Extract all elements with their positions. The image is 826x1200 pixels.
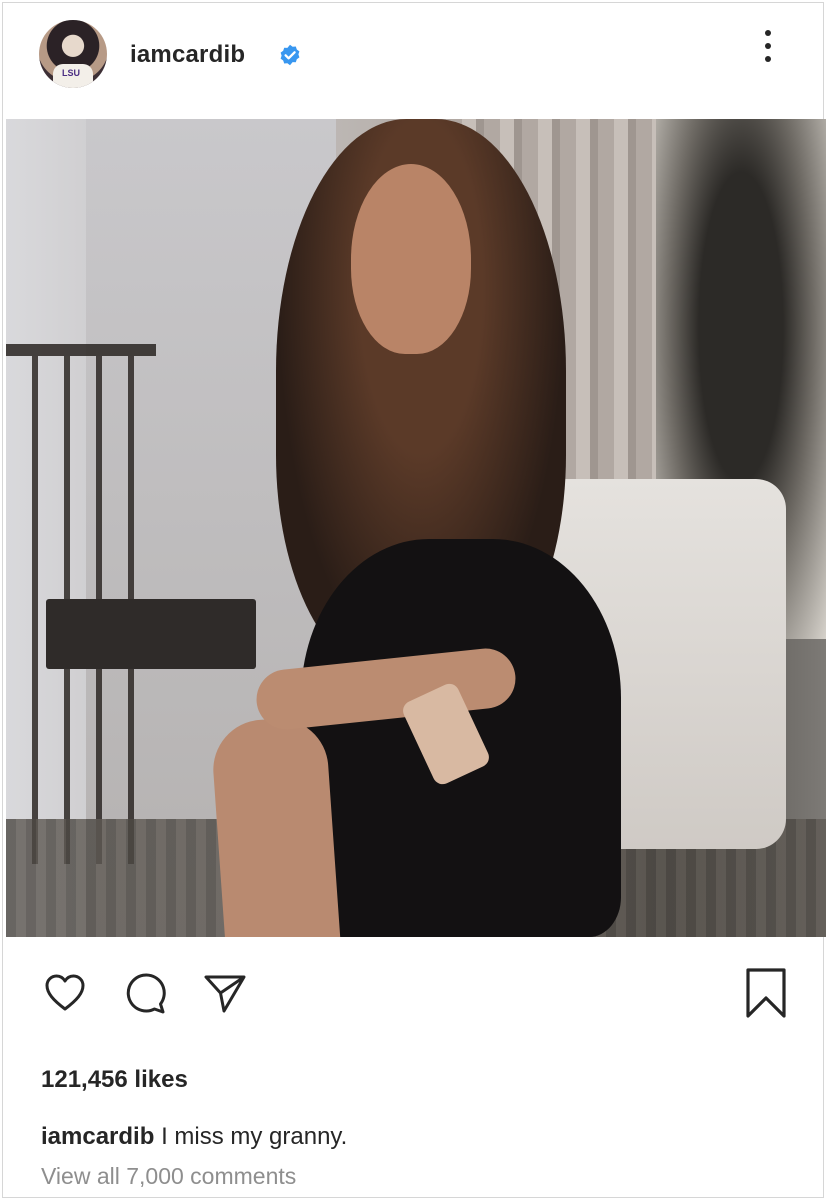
paper-plane-icon[interactable] [203,971,247,1015]
view-all-comments-link[interactable]: View all 7,000 comments [41,1163,296,1190]
comment-bubble-icon[interactable] [123,971,167,1015]
likes-count[interactable]: 121,456 likes [41,1066,188,1094]
avatar-shirt: LSU [53,64,93,88]
avatar-shirt-logo: LSU [62,68,80,78]
photo-table [46,599,256,669]
heart-icon[interactable] [43,971,87,1015]
post-username[interactable]: iamcardib [130,41,245,69]
post-card: LSU iamcardib 121,456 likes iamcardib I … [2,2,826,1198]
photo-face [351,164,471,354]
caption-text: I miss my granny. [161,1123,348,1150]
post-photo[interactable] [6,119,826,937]
action-bar [3,943,826,1053]
post-header: LSU iamcardib [3,3,826,115]
post-caption: iamcardib I miss my granny. [41,1123,347,1151]
bookmark-icon[interactable] [741,967,791,1019]
profile-avatar[interactable]: LSU [39,20,107,88]
caption-username[interactable]: iamcardib [41,1123,154,1150]
verified-badge-icon [280,44,300,66]
more-options-icon[interactable] [755,27,781,65]
